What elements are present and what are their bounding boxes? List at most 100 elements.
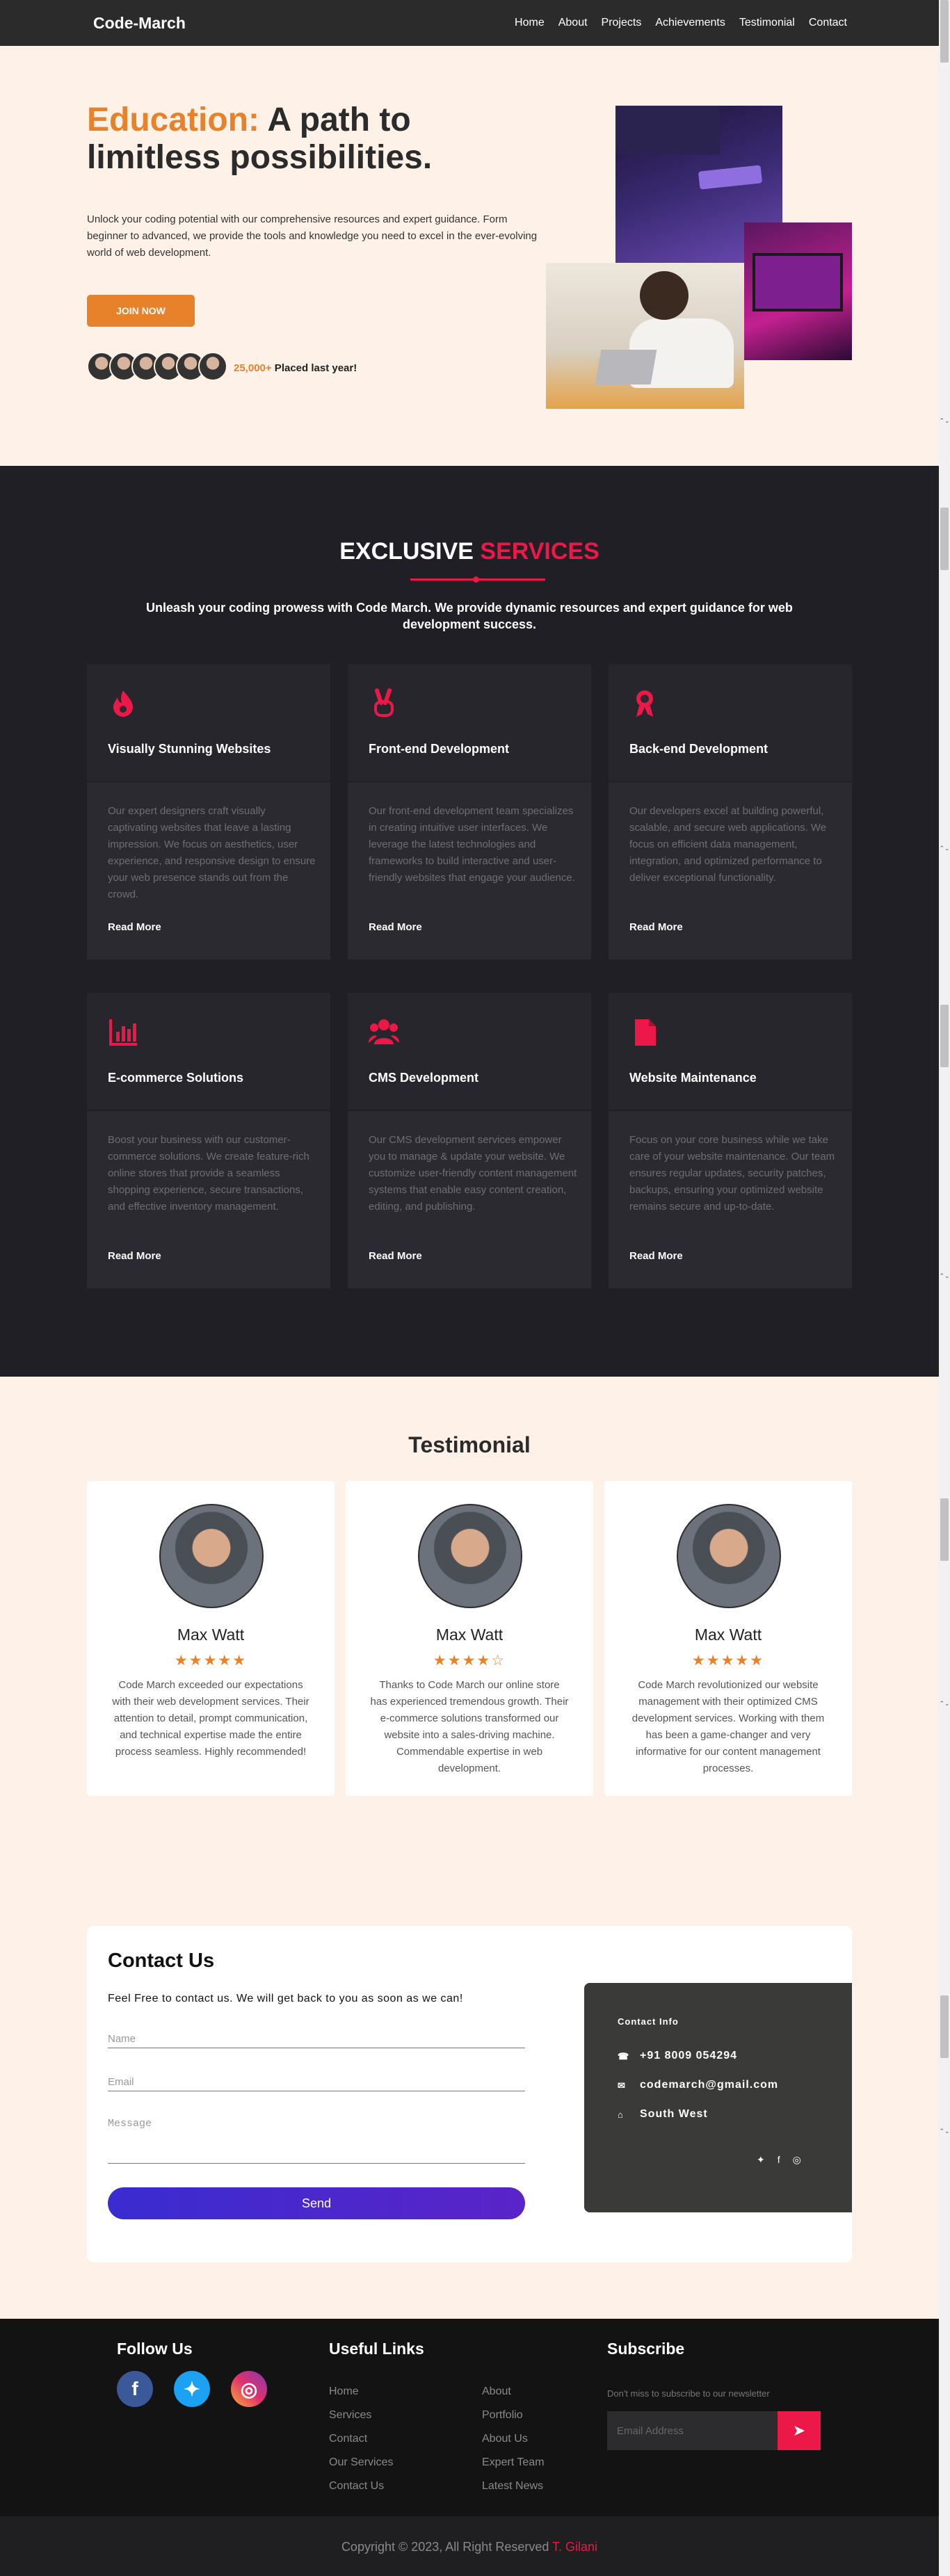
message-field[interactable] xyxy=(108,2115,525,2164)
service-card-description: Our developers excel at building powerfu… xyxy=(629,805,827,884)
fire-icon xyxy=(113,690,133,717)
nav-link-testimonial[interactable]: Testimonial xyxy=(739,17,795,29)
email-row: ✉ codemarch@gmail.com xyxy=(618,2079,778,2091)
footer-link-expert-team[interactable]: Expert Team xyxy=(482,2456,545,2469)
read-more-link[interactable]: Read More xyxy=(369,921,422,933)
read-more-link[interactable]: Read More xyxy=(369,1250,422,1262)
testimonial-card: Max Watt ★★★★★ Code March revolutionized… xyxy=(604,1481,852,1796)
star-rating: ★★★★☆ xyxy=(433,1653,506,1669)
nav-link-achievements[interactable]: Achievements xyxy=(655,17,725,29)
footer-link-portfolio[interactable]: Portfolio xyxy=(482,2409,523,2422)
avatar xyxy=(677,1504,781,1608)
contact-info-panel: Contact Info ☎ +91 8009 054294 ✉ codemarch… xyxy=(584,1983,852,2212)
brand-logo[interactable]: Code-March xyxy=(93,14,186,33)
service-card-title: Visually Stunning Websites xyxy=(108,742,271,756)
page-scrollbar[interactable]: ⌃⌄ ⌃⌄ ⌃⌄ ⌃⌄ ⌃⌄ xyxy=(939,0,950,2576)
twitter-icon[interactable]: ✦ xyxy=(174,2371,210,2407)
testimonial-text: Code March exceeded our expectations wit… xyxy=(112,1679,309,1758)
contact-info-title: Contact Info xyxy=(618,2016,679,2027)
avatar xyxy=(159,1504,264,1608)
contact-section: Contact Us Feel Free to contact us. We w… xyxy=(0,1926,939,2319)
useful-links-title: Useful Links xyxy=(329,2340,424,2358)
nav-link-home[interactable]: Home xyxy=(515,17,545,29)
instagram-icon[interactable]: ◎ xyxy=(231,2371,267,2407)
footer-link-contact-us[interactable]: Contact Us xyxy=(329,2480,384,2493)
scroll-arrow-icon[interactable]: ⌃⌄ xyxy=(939,1272,950,1280)
nav-link-about[interactable]: About xyxy=(558,17,588,29)
footer-link-about[interactable]: About xyxy=(482,2385,511,2398)
service-card-description: Boost your business with our customer-co… xyxy=(108,1134,309,1213)
peace-hand-icon xyxy=(374,688,394,717)
send-button[interactable]: Send xyxy=(108,2187,525,2219)
scroll-arrow-icon[interactable]: ⌃⌄ xyxy=(939,1700,950,1708)
phone-number: +91 8009 054294 xyxy=(640,2050,738,2061)
service-card: Website Maintenance Focus on your core b… xyxy=(609,993,852,1288)
location: South West xyxy=(640,2108,708,2120)
contact-subtitle: Feel Free to contact us. We will get bac… xyxy=(108,1993,463,2004)
service-card: E-commerce Solutions Boost your business… xyxy=(87,993,330,1288)
scroll-arrow-icon[interactable]: ⌃⌄ xyxy=(939,417,950,425)
footer-link-about-us[interactable]: About Us xyxy=(482,2433,528,2445)
email-address: codemarch@gmail.com xyxy=(640,2079,779,2091)
newsletter-email-input[interactable] xyxy=(607,2411,778,2450)
placed-stat: 25,000+ Placed last year! xyxy=(234,362,357,374)
name-field[interactable] xyxy=(108,2030,525,2048)
service-card: Visually Stunning Websites Our expert de… xyxy=(87,664,330,959)
service-card-title: E-commerce Solutions xyxy=(108,1071,244,1085)
scroll-thumb[interactable] xyxy=(940,0,949,63)
scroll-thumb[interactable] xyxy=(940,1005,949,1067)
nav-link-contact[interactable]: Contact xyxy=(809,17,847,29)
testimonial-name: Max Watt xyxy=(694,1626,762,1644)
location-row: ⌂ South West xyxy=(618,2108,708,2121)
footer-link-latest-news[interactable]: Latest News xyxy=(482,2480,543,2493)
title-underline xyxy=(410,576,545,583)
services-section: EXCLUSIVE SERVICES Unleash your coding p… xyxy=(0,466,939,1377)
service-card-description: Our expert designers craft visually capt… xyxy=(108,805,316,900)
subscribe-send-button[interactable]: ➤ xyxy=(778,2411,821,2450)
instagram-icon[interactable]: ◎ xyxy=(793,2154,801,2166)
hero-section: Education: A path to limitless possibili… xyxy=(0,46,939,466)
scroll-arrow-icon[interactable]: ⌃⌄ xyxy=(939,845,950,852)
services-title-red: SERVICES xyxy=(480,538,599,565)
nav-link-projects[interactable]: Projects xyxy=(602,17,642,29)
read-more-link[interactable]: Read More xyxy=(629,921,683,933)
facebook-icon[interactable]: f xyxy=(778,2154,780,2166)
footer-link-home[interactable]: Home xyxy=(329,2385,359,2398)
testimonial-text: Code March revolutionized our website ma… xyxy=(631,1679,825,1774)
contact-socials: ✦ f ◎ xyxy=(757,2154,801,2166)
bar-chart-icon xyxy=(109,1019,137,1046)
read-more-link[interactable]: Read More xyxy=(108,921,161,933)
scroll-thumb[interactable] xyxy=(940,508,949,570)
services-title: EXCLUSIVE SERVICES xyxy=(0,538,939,565)
footer-link-services[interactable]: Services xyxy=(329,2409,371,2422)
author-link[interactable]: T. Gilani xyxy=(552,2540,597,2554)
scroll-thumb[interactable] xyxy=(940,1498,949,1561)
hero-title-accent: Education: xyxy=(87,102,259,138)
scroll-thumb[interactable] xyxy=(940,1995,949,2058)
map-icon: ⌂ xyxy=(618,2109,624,2120)
services-subtitle: Unleash your coding prowess with Code Ma… xyxy=(146,601,793,631)
testimonial-card: Max Watt ★★★★☆ Thanks to Code March our … xyxy=(346,1481,593,1796)
twitter-icon[interactable]: ✦ xyxy=(757,2154,765,2166)
placed-text: Placed last year! xyxy=(271,362,357,374)
hero-title: Education: A path to limitless possibili… xyxy=(87,102,476,177)
follow-us-title: Follow Us xyxy=(117,2340,193,2358)
hero-description: Unlock your coding potential with our co… xyxy=(87,213,538,259)
footer-link-our-services[interactable]: Our Services xyxy=(329,2456,393,2469)
read-more-link[interactable]: Read More xyxy=(629,1250,683,1262)
star-rating: ★★★★★ xyxy=(174,1653,248,1669)
scroll-arrow-icon[interactable]: ⌃⌄ xyxy=(939,2128,950,2135)
footer-link-contact[interactable]: Contact xyxy=(329,2433,367,2445)
email-field[interactable] xyxy=(108,2073,525,2091)
service-card-description: Our front-end development team specializ… xyxy=(369,805,575,884)
hero-image-monitor xyxy=(744,222,852,360)
avatar xyxy=(418,1504,522,1608)
phone-row: ☎ +91 8009 054294 xyxy=(618,2050,737,2062)
join-now-button[interactable]: JOIN NOW xyxy=(87,295,195,327)
testimonial-text: Thanks to Code March our online store ha… xyxy=(370,1679,569,1774)
navbar: Code-March Home About Projects Achieveme… xyxy=(0,0,939,46)
read-more-link[interactable]: Read More xyxy=(108,1250,161,1262)
facebook-icon[interactable]: f xyxy=(117,2371,153,2407)
headset-icon: ☎ xyxy=(618,2051,630,2061)
testimonial-title: Testimonial xyxy=(408,1432,531,1457)
